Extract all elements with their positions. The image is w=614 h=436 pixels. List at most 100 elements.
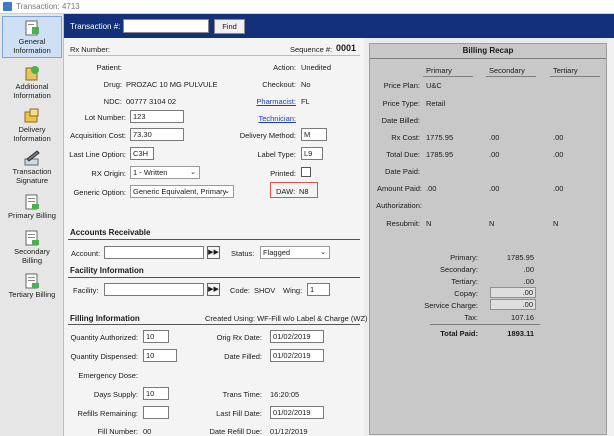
pharmacist-value: FL <box>301 97 310 106</box>
summary-secondary-label: Secondary: <box>440 265 478 274</box>
date-billed-label: Date Billed: <box>381 116 420 125</box>
sequence-value: 0001 <box>336 43 357 53</box>
ndc-value: 00777 3104 02 <box>126 97 177 106</box>
vertical-scrollbar[interactable] <box>607 38 614 436</box>
label-type-input[interactable]: L9 <box>301 147 323 160</box>
date-refill-due-value: 01/12/2019 <box>270 427 308 436</box>
facility-lookup-button[interactable]: ▶▶ <box>207 283 220 296</box>
authorization-label: Authorization: <box>376 201 422 210</box>
quantity-dispensed-input[interactable]: 10 <box>143 349 177 362</box>
lot-number-input[interactable]: 123 <box>130 110 184 123</box>
sidebar: General Information Additional Informati… <box>0 14 64 436</box>
facility-input[interactable] <box>104 283 204 296</box>
days-supply-input[interactable]: 10 <box>143 387 169 400</box>
rx-cost-tertiary: .00 <box>553 133 564 142</box>
primary-billing-icon <box>24 194 40 210</box>
acquisition-cost-label: Acquisition Cost: <box>70 131 126 140</box>
divider <box>68 277 360 278</box>
generic-option-select[interactable]: Generic Equivalent, Primary ⌄ <box>130 185 234 198</box>
wing-input[interactable]: 1 <box>307 283 330 296</box>
ndc-label: NDC: <box>103 97 122 106</box>
printed-checkbox[interactable] <box>301 167 311 177</box>
app-icon <box>3 2 12 11</box>
window-title: Transaction: 4713 <box>16 2 80 11</box>
additional-info-icon <box>24 65 40 81</box>
refills-remaining-input[interactable] <box>143 406 169 419</box>
trans-time-value: 16:20:05 <box>270 390 300 399</box>
rx-origin-select[interactable]: 1 - Written ⌄ <box>130 166 200 179</box>
status-select[interactable]: Flagged ⌄ <box>260 246 330 259</box>
pharmacist-link[interactable]: Pharmacist: <box>244 97 296 106</box>
service-charge-value: .00 <box>490 299 536 310</box>
chevron-down-icon: ⌄ <box>320 249 326 256</box>
quantity-authorized-input[interactable]: 10 <box>143 330 169 343</box>
copay-value: .00 <box>490 287 536 298</box>
price-type-primary: Retail <box>426 99 446 108</box>
fill-number-value: 00 <box>143 427 152 436</box>
last-fill-date-label: Last Fill Date: <box>216 409 262 418</box>
delivery-method-label: Delivery Method: <box>239 131 296 140</box>
sidebar-item-general-information[interactable]: General Information <box>2 16 62 58</box>
created-using-text: Created Using: WF-Fill w/o Label & Charg… <box>205 314 368 323</box>
daw-box: DAW: N8 <box>270 182 318 198</box>
col-primary-header: Primary <box>426 66 452 75</box>
tax-label: Tax: <box>464 313 478 322</box>
rx-cost-label: Rx Cost: <box>391 133 420 142</box>
quantity-authorized-label: Quantity Authorized: <box>70 333 138 342</box>
sequence-label: Sequence #: <box>290 45 333 54</box>
trans-time-label: Trans Time: <box>222 390 262 399</box>
tax-value: 107.16 <box>511 313 534 322</box>
copay-label: Copay: <box>454 289 478 298</box>
amount-paid-tertiary: .00 <box>553 184 564 193</box>
col-secondary-header: Secondary <box>489 66 525 75</box>
delivery-icon <box>24 108 40 124</box>
date-filled-input[interactable]: 01/02/2019 <box>270 349 324 362</box>
transaction-number-label: Transaction #: <box>70 22 121 31</box>
sidebar-item-secondary-billing[interactable]: Secondary Billing <box>2 227 62 265</box>
rx-origin-label: RX Origin: <box>91 169 126 178</box>
sidebar-item-delivery-information[interactable]: Delivery Information <box>2 105 62 143</box>
checkout-label: Checkout: <box>262 80 296 89</box>
divider <box>68 55 360 56</box>
find-button[interactable]: Find <box>214 19 245 34</box>
sidebar-item-transaction-signature[interactable]: Transaction Signature <box>2 147 62 185</box>
transaction-number-input[interactable] <box>123 19 209 33</box>
days-supply-label: Days Supply: <box>93 390 138 399</box>
resubmit-primary: N <box>426 219 432 228</box>
label-type-label: Label Type: <box>257 150 296 159</box>
wing-label: Wing: <box>283 286 303 295</box>
window-titlebar: Transaction: 4713 <box>0 0 614 14</box>
orig-rx-date-input[interactable]: 01/02/2019 <box>270 330 324 343</box>
generic-option-label: Generic Option: <box>73 188 126 197</box>
summary-primary-label: Primary: <box>450 253 478 262</box>
daw-label: DAW: <box>276 187 296 196</box>
action-label: Action: <box>273 63 296 72</box>
sidebar-item-tertiary-billing[interactable]: Tertiary Billing <box>2 270 62 300</box>
refills-remaining-label: Refills Remaining: <box>77 409 138 418</box>
code-value: SHOV <box>254 286 276 295</box>
col-tertiary-header: Tertiary <box>553 66 578 75</box>
delivery-method-input[interactable]: M <box>301 128 327 141</box>
account-input[interactable] <box>104 246 204 259</box>
code-label: Code: <box>230 286 251 295</box>
price-plan-label: Price Plan: <box>383 81 420 90</box>
total-due-secondary: .00 <box>489 150 500 159</box>
amount-paid-primary: .00 <box>426 184 437 193</box>
acquisition-cost-input[interactable]: 73.30 <box>130 128 184 141</box>
summary-secondary-value: .00 <box>523 265 534 274</box>
price-plan-primary: U&C <box>426 81 442 90</box>
technician-link[interactable]: Technician: <box>244 114 296 123</box>
general-information-form: Rx Number: Sequence #: 0001 Patient: Act… <box>64 38 368 436</box>
status-label: Status: <box>231 249 255 258</box>
action-value: Unedited <box>301 63 332 72</box>
drug-value: PROZAC 10 MG PULVULE <box>126 80 218 89</box>
sidebar-item-additional-information[interactable]: Additional Information <box>2 62 62 100</box>
amount-paid-secondary: .00 <box>489 184 500 193</box>
sidebar-item-primary-billing[interactable]: Primary Billing <box>2 191 62 221</box>
lot-number-label: Lot Number: <box>84 113 126 122</box>
signature-pen-icon <box>24 150 40 166</box>
summary-tertiary-value: .00 <box>523 277 534 286</box>
last-line-option-input[interactable]: C3H <box>130 147 154 160</box>
last-fill-date-input[interactable]: 01/02/2019 <box>270 406 324 419</box>
account-lookup-button[interactable]: ▶▶ <box>207 246 220 259</box>
